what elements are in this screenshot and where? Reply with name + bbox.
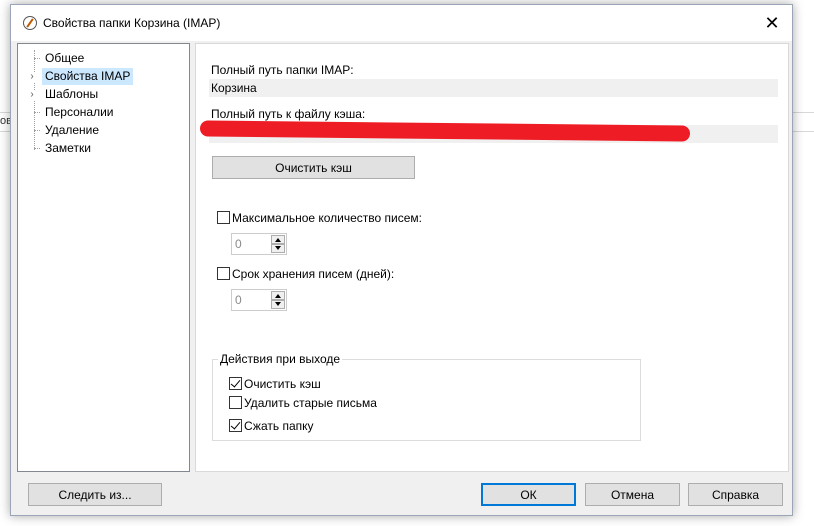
tree-item-label: Заметки	[45, 141, 91, 155]
spin-down-icon[interactable]	[271, 300, 285, 309]
tree-item-label: Персоналии	[45, 105, 114, 119]
max-messages-label: Максимальное количество писем:	[232, 211, 423, 225]
close-button[interactable]: ✕	[758, 10, 786, 36]
tree-connector	[34, 58, 40, 59]
retention-days-value: 0	[235, 293, 242, 307]
exit-delete-old-checkbox[interactable]	[229, 396, 242, 409]
follow-from-button[interactable]: Следить из...	[28, 483, 162, 506]
on-exit-group-title: Действия при выходе	[218, 352, 343, 366]
tree-item-label: Шаблоны	[45, 87, 99, 101]
clear-cache-button[interactable]: Очистить кэш	[212, 156, 415, 179]
exit-clear-cache-checkbox[interactable]	[229, 377, 242, 390]
category-tree: Общее › Свойства IMAP › Шаблоны Персонал…	[17, 43, 190, 472]
tree-item-label: Свойства IMAP	[45, 69, 131, 83]
tree-item-label: Удаление	[45, 123, 100, 137]
spin-down-icon[interactable]	[271, 244, 285, 253]
folder-properties-dialog: Свойства папки Корзина (IMAP) ✕ Общее › …	[10, 4, 793, 516]
title-bar[interactable]: Свойства папки Корзина (IMAP) ✕	[11, 5, 792, 41]
max-messages-value: 0	[235, 237, 242, 251]
max-messages-spinner[interactable]: 0	[231, 233, 287, 255]
tree-item-identities[interactable]: Персоналии	[42, 104, 117, 121]
tree-connector	[34, 50, 35, 150]
imap-properties-panel: Полный путь папки IMAP: Корзина Полный п…	[195, 43, 789, 472]
exit-compact-checkbox[interactable]	[229, 419, 242, 432]
tree-item-deletion[interactable]: Удаление	[42, 122, 102, 139]
close-icon: ✕	[764, 12, 780, 33]
tree-connector	[34, 130, 40, 131]
tree-connector	[34, 112, 40, 113]
tree-item-templates[interactable]: Шаблоны	[42, 86, 101, 103]
retention-days-checkbox[interactable]	[217, 267, 230, 280]
max-messages-checkbox[interactable]	[217, 211, 230, 224]
tree-item-imap-properties[interactable]: Свойства IMAP	[42, 68, 134, 85]
cancel-button[interactable]: Отмена	[585, 483, 680, 506]
window-title: Свойства папки Корзина (IMAP)	[43, 16, 221, 30]
retention-days-label: Срок хранения писем (дней):	[232, 267, 395, 281]
expand-imap-icon[interactable]: ›	[27, 72, 37, 82]
exit-clear-cache-label: Очистить кэш	[244, 377, 321, 391]
help-button[interactable]: Справка	[688, 483, 783, 506]
imap-path-field[interactable]: Корзина	[209, 79, 778, 97]
cache-path-label: Полный путь к файлу кэша:	[211, 107, 366, 121]
exit-compact-label: Сжать папку	[244, 419, 314, 433]
ok-button[interactable]: ОК	[481, 483, 576, 506]
tree-item-general[interactable]: Общее	[42, 50, 87, 67]
exit-delete-old-label: Удалить старые письма	[244, 396, 377, 410]
spin-up-icon[interactable]	[271, 235, 285, 244]
spin-up-icon[interactable]	[271, 291, 285, 300]
tree-item-notes[interactable]: Заметки	[42, 140, 94, 157]
retention-days-spinner[interactable]: 0	[231, 289, 287, 311]
on-exit-groupbox: Действия при выходе Очистить кэш Удалить…	[212, 352, 641, 441]
tree-item-label: Общее	[45, 51, 85, 65]
tree-connector	[34, 148, 40, 149]
expand-templates-icon[interactable]: ›	[27, 90, 37, 100]
imap-path-label: Полный путь папки IMAP:	[211, 63, 354, 77]
app-icon	[23, 16, 37, 30]
